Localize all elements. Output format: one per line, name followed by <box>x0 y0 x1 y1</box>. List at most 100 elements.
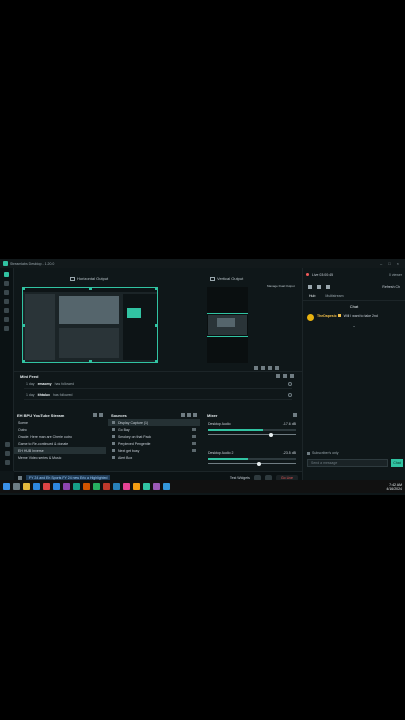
app-icon[interactable] <box>133 483 140 490</box>
scene-item-selected[interactable]: EH HUB Inverse <box>14 447 106 454</box>
message-author[interactable]: TheDapesic <box>317 314 337 318</box>
monitor-icon <box>70 276 75 281</box>
app-icon[interactable] <box>93 483 100 490</box>
scene-item[interactable]: Scene <box>14 419 106 426</box>
visibility-icon[interactable] <box>192 428 196 431</box>
editor-nav-icon[interactable] <box>4 272 9 277</box>
chat-message-input[interactable]: Send a message <box>307 459 388 467</box>
source-item[interactable]: Smokey on that Pack <box>108 433 200 440</box>
app-icon[interactable] <box>123 483 130 490</box>
add-folder-icon[interactable] <box>181 413 185 417</box>
alert-box-nav-icon[interactable] <box>4 308 9 313</box>
app-icon[interactable] <box>73 483 80 490</box>
dual-output-toggle[interactable]: Manage Dual Output <box>267 284 295 288</box>
scene-label: Scene <box>18 420 28 425</box>
fullscreen-icon[interactable] <box>275 366 279 370</box>
resize-handle[interactable] <box>89 288 92 290</box>
resize-handle[interactable] <box>23 360 25 362</box>
visibility-icon[interactable] <box>192 435 196 438</box>
source-item[interactable]: Next get busy <box>108 447 200 454</box>
image-source-icon <box>112 428 115 431</box>
streamlabs-taskbar-icon[interactable] <box>143 483 150 490</box>
resize-handle[interactable] <box>23 288 25 290</box>
source-item[interactable]: Perplexed Pengentle <box>108 440 200 447</box>
highlighter-nav-icon[interactable] <box>4 299 9 304</box>
layout-nav-icon[interactable] <box>4 317 9 322</box>
horizontal-canvas[interactable] <box>22 287 158 363</box>
maximize-icon[interactable]: □ <box>388 261 390 266</box>
scene-item[interactable]: Outro <box>14 426 106 433</box>
visibility-icon[interactable] <box>192 442 196 445</box>
resize-handle[interactable] <box>155 288 157 290</box>
help-nav-icon[interactable] <box>4 442 10 447</box>
settings-nav-icon[interactable] <box>4 451 10 456</box>
tab-hub[interactable]: Hub <box>309 294 315 298</box>
vertical-canvas[interactable] <box>207 287 248 363</box>
refresh-chat-button[interactable]: Refresh Ch <box>382 285 400 289</box>
app-icon[interactable] <box>63 483 70 490</box>
app-icon[interactable] <box>103 483 110 490</box>
repeat-alert-icon[interactable] <box>288 382 292 386</box>
app-icon[interactable] <box>113 483 120 490</box>
source-item[interactable]: Go Bay <box>108 426 200 433</box>
volume-slider[interactable] <box>208 461 296 466</box>
resize-handle[interactable] <box>89 360 92 362</box>
profile-nav-icon[interactable] <box>4 460 10 465</box>
layout-icon[interactable] <box>254 366 258 370</box>
themes-nav-icon[interactable] <box>4 281 9 286</box>
scene-item[interactable]: Game to Re-continued & donate <box>14 440 106 447</box>
source-item[interactable]: Alert Box <box>108 454 200 461</box>
studio-mode-icon[interactable] <box>268 366 272 370</box>
chat-send-button[interactable]: Chat <box>391 459 403 467</box>
store-icon[interactable] <box>53 483 60 490</box>
studio-mode-nav-icon[interactable] <box>4 326 9 331</box>
resize-handle[interactable] <box>23 324 25 327</box>
filter-icon[interactable] <box>276 374 280 378</box>
app-store-nav-icon[interactable] <box>4 290 9 295</box>
share-icon[interactable] <box>326 284 330 289</box>
feed-item: 1 day emacmy has followed <box>24 380 292 389</box>
info-icon[interactable] <box>18 475 22 480</box>
volume-slider[interactable] <box>208 432 296 437</box>
grid-icon[interactable] <box>261 366 265 370</box>
visibility-icon[interactable] <box>192 449 196 452</box>
resize-handle[interactable] <box>155 360 157 362</box>
scene-settings-icon[interactable] <box>99 413 103 417</box>
window-controls: – □ × <box>380 261 405 266</box>
audio-meter <box>208 429 296 431</box>
mixer-settings-icon[interactable] <box>293 413 297 417</box>
lock-icon <box>307 451 310 455</box>
repeat-alert-icon[interactable] <box>288 393 292 397</box>
volume-knob[interactable] <box>257 461 262 466</box>
edge-icon[interactable] <box>33 483 40 490</box>
file-explorer-icon[interactable] <box>23 483 30 490</box>
add-source-icon[interactable] <box>187 413 191 417</box>
close-icon[interactable]: × <box>397 261 399 266</box>
minimize-icon[interactable]: – <box>380 261 382 266</box>
message-text: Will I want to take 2nd <box>343 314 378 318</box>
source-item-selected[interactable]: Display Capture (1) <box>108 419 200 426</box>
edit-stream-icon[interactable] <box>308 284 312 289</box>
scene-item[interactable]: Meme Video series & Music <box>14 454 106 461</box>
app-icon[interactable] <box>163 483 170 490</box>
start-icon[interactable] <box>3 483 10 490</box>
monitor-source-icon <box>112 421 115 424</box>
mixer-header: Mixer <box>204 411 300 419</box>
resize-handle[interactable] <box>155 324 157 327</box>
pause-icon[interactable] <box>283 374 287 378</box>
app-icon[interactable] <box>43 483 50 490</box>
system-clock[interactable]: 7:42 AM 4/16/2024 <box>386 483 402 491</box>
test-widgets-label[interactable]: Test Widgets <box>230 476 250 480</box>
scene-item[interactable]: Oracle: Here man are Cherie outro <box>14 433 106 440</box>
app-icon[interactable] <box>153 483 160 490</box>
settings-icon[interactable] <box>290 374 294 378</box>
source-settings-icon[interactable] <box>193 413 197 417</box>
search-icon[interactable] <box>13 483 20 490</box>
chevron-down-icon[interactable]: ⌄ <box>303 323 405 328</box>
play-icon[interactable] <box>317 284 321 289</box>
app-icon[interactable] <box>83 483 90 490</box>
tab-multistream[interactable]: Multistream <box>325 294 343 298</box>
volume-knob[interactable] <box>269 432 274 437</box>
add-scene-icon[interactable] <box>93 413 97 417</box>
scene-collection-title[interactable]: EH BPU YouTube Stream <box>17 413 64 418</box>
